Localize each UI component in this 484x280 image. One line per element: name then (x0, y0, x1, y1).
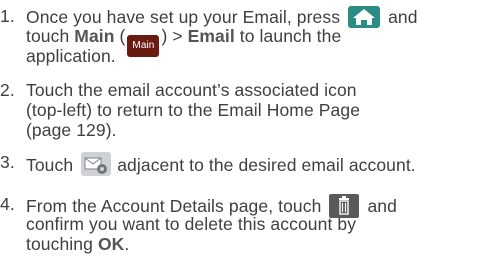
bold-term-main: Main (74, 26, 115, 46)
step-line: Once you have set up your Email, press an… (26, 6, 482, 28)
step-text: adjacent to the desired email account. (117, 155, 416, 175)
step-text: > (167, 26, 188, 46)
step-text: From the Account Details page, touch (26, 196, 322, 216)
step-body: From the Account Details page, touch and … (26, 194, 482, 254)
step-text: and (367, 196, 397, 216)
step-line: Touch the email account’s associated ico… (26, 80, 357, 100)
instruction-list: 1. Once you have set up your Email, pres… (0, 0, 484, 280)
step-number: 2. (0, 80, 15, 100)
trash-icon (329, 194, 360, 218)
bold-term-ok: OK (97, 234, 125, 254)
step-number: 3. (0, 152, 15, 172)
step-line: From the Account Details page, touch and (26, 194, 482, 218)
step-body: Touch the email account’s associated ico… (26, 80, 482, 140)
step-body: Touch adjacent to the desired email accou… (26, 152, 482, 176)
step-body: Once you have set up your Email, press an… (26, 6, 482, 66)
step-line: Touch adjacent to the desired email accou… (26, 152, 482, 176)
step-line: touch Main (Main) > Email to launch the (26, 26, 482, 57)
step-number: 4. (0, 194, 15, 214)
step-line: touching OK. (26, 234, 482, 254)
step-text: to launch the (234, 26, 342, 46)
step-text: ( (114, 26, 126, 46)
main-apps-icon: Main (127, 35, 160, 57)
bold-term-email: Email (187, 26, 235, 46)
step-line: (page 129). (26, 120, 117, 140)
step-text: Once you have set up your Email, press (26, 7, 341, 27)
home-icon (348, 6, 381, 28)
step-text: touch (26, 26, 70, 46)
step-text: Touch (26, 155, 74, 175)
step-text: . (124, 234, 130, 254)
step-line: (top-left) to return to the Email Home P… (26, 100, 361, 120)
step-text: and (388, 7, 418, 27)
step-text: touching (26, 234, 98, 254)
account-settings-icon (81, 152, 112, 176)
step-line: application. (26, 46, 116, 66)
step-number: 1. (0, 6, 15, 26)
step-line: confirm you want to delete this account … (26, 214, 357, 234)
